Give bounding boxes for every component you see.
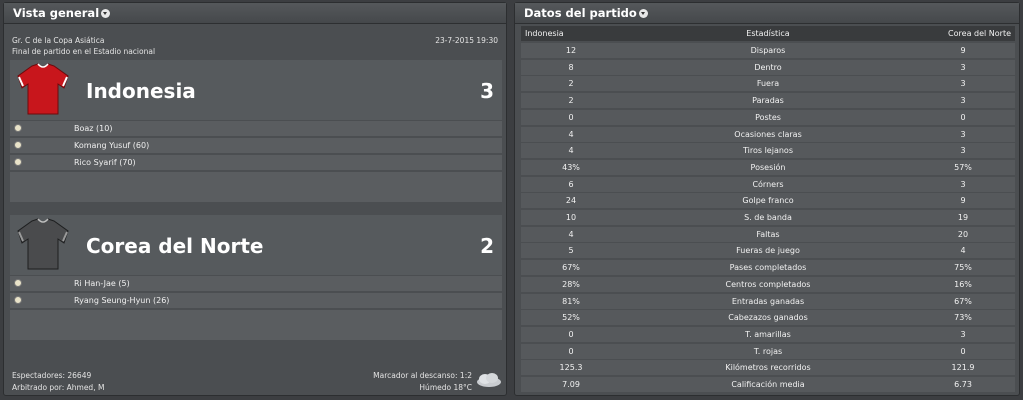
away-team-score: 2: [480, 234, 494, 258]
away-value: 9: [960, 46, 966, 55]
column-away-team[interactable]: Corea del Norte: [948, 26, 1011, 41]
table-row: 8 Dentro 3: [521, 59, 1015, 75]
home-scorer-row: Rico Syarif (70): [10, 155, 502, 170]
away-value: 3: [960, 79, 966, 89]
scorer-name[interactable]: Ryang Seung-Hyun (26): [74, 293, 169, 308]
spectators-label: Espectadores: 26649: [12, 371, 92, 380]
away-value: 4: [960, 246, 966, 256]
away-value: 73%: [954, 313, 972, 323]
overview-title: Vista general: [13, 6, 100, 20]
overview-header[interactable]: Vista general: [4, 3, 506, 24]
goal-ball-icon: [14, 141, 22, 149]
home-team-name[interactable]: Indonesia: [86, 79, 196, 103]
referee-label: Arbitrado por: Ahmed, M: [12, 383, 105, 392]
away-value: 3: [960, 329, 966, 339]
table-row: 24 Golpe franco 9: [521, 193, 1015, 209]
scorer-name[interactable]: Boaz (10): [74, 121, 112, 136]
away-value: 19: [957, 213, 969, 222]
match-stats-panel: Datos del partido Indonesia Estadística …: [514, 2, 1020, 396]
venue-info: Final de partido en el Estadio nacional: [12, 47, 498, 56]
table-row: 52% Cabezazos ganados 73%: [521, 310, 1015, 326]
away-scorer-empty-row: [10, 310, 502, 340]
away-scorer-row: Ri Han-Jae (5): [10, 276, 502, 291]
match-info: Gr. C de la Copa Asiática 23-7-2015 19:3…: [12, 36, 498, 45]
table-row: 2 Paradas 3: [521, 93, 1015, 109]
away-value: 0: [960, 346, 966, 356]
column-statistic: Estadística: [746, 29, 790, 38]
scorer-name[interactable]: Rico Syarif (70): [74, 155, 136, 170]
table-row: 0 Postes 0: [521, 109, 1015, 125]
cloud-icon: [477, 373, 501, 387]
table-row: 5 Fueras de juego 4: [521, 243, 1015, 259]
away-value: 3: [960, 179, 966, 189]
away-value: 67%: [954, 296, 972, 306]
goal-ball-icon: [14, 279, 22, 287]
away-value: 9: [960, 196, 966, 206]
home-scorer-empty-row: [10, 172, 502, 202]
away-value: 3: [960, 62, 966, 72]
home-scorer-row: Komang Yusuf (60): [10, 138, 502, 153]
red-shirt-icon: [17, 63, 69, 115]
table-row: 12 Disparos 9: [521, 43, 1015, 58]
venue-label: Final de partido en el Estadio nacional: [12, 47, 156, 56]
home-team-score: 3: [480, 79, 494, 103]
scorer-name[interactable]: Ri Han-Jae (5): [74, 276, 130, 291]
table-row: 4 Tiros lejanos 3: [521, 143, 1015, 159]
goal-ball-icon: [14, 124, 22, 132]
competition-label: Gr. C de la Copa Asiática: [12, 36, 105, 45]
home-scorer-row: Boaz (10): [10, 121, 502, 136]
table-row: 43% Posesión 57%: [521, 159, 1015, 175]
table-row: 81% Entradas ganadas 67%: [521, 293, 1015, 309]
table-row: 125.3 Kilómetros recorridos 121.9: [521, 360, 1015, 376]
table-row: 4 Faltas 20: [521, 226, 1015, 242]
table-row: 6 Córners 3: [521, 176, 1015, 192]
goal-ball-icon: [14, 158, 22, 166]
table-row: 28% Centros completados 16%: [521, 276, 1015, 292]
dropdown-arrow-icon[interactable]: [101, 8, 111, 18]
grey-shirt-icon: [17, 218, 69, 270]
table-row: 0 T. rojas 0: [521, 343, 1015, 359]
away-team-name[interactable]: Corea del Norte: [86, 234, 263, 258]
table-row: 7.09 Calificación media 6.73: [521, 377, 1015, 392]
match-stats-title: Datos del partido: [524, 6, 637, 20]
scorer-name[interactable]: Komang Yusuf (60): [74, 138, 149, 153]
stats-table-header: Indonesia Estadística Corea del Norte: [521, 26, 1015, 41]
away-value: 3: [960, 96, 966, 106]
home-team-block: Indonesia 3: [10, 60, 502, 120]
match-stats-header[interactable]: Datos del partido: [515, 3, 1019, 24]
table-row: 0 T. amarillas 3: [521, 326, 1015, 342]
away-value: 20: [957, 229, 969, 239]
away-value: 0: [960, 112, 966, 122]
table-row: 2 Fuera 3: [521, 76, 1015, 92]
away-value: 121.9: [951, 363, 975, 373]
away-value: 16%: [954, 279, 972, 289]
halftime-score: Marcador al descanso: 1:2: [373, 371, 472, 380]
away-value: 3: [960, 146, 966, 156]
away-value: 3: [960, 129, 966, 139]
overview-panel: Vista general Gr. C de la Copa Asiática …: [3, 2, 507, 396]
away-scorer-row: Ryang Seung-Hyun (26): [10, 293, 502, 308]
dropdown-arrow-icon[interactable]: [638, 8, 648, 18]
away-value: 6.73: [954, 380, 972, 389]
table-row: 10 S. de banda 19: [521, 210, 1015, 225]
away-team-block: Corea del Norte 2: [10, 215, 502, 275]
weather-label: Húmedo 18°C: [419, 383, 472, 392]
goal-ball-icon: [14, 296, 22, 304]
match-date: 23-7-2015 19:30: [435, 36, 498, 45]
table-row: 4 Ocasiones claras 3: [521, 126, 1015, 142]
table-row: 67% Pases completados 75%: [521, 260, 1015, 276]
away-value: 75%: [954, 263, 972, 273]
away-value: 57%: [954, 162, 972, 172]
